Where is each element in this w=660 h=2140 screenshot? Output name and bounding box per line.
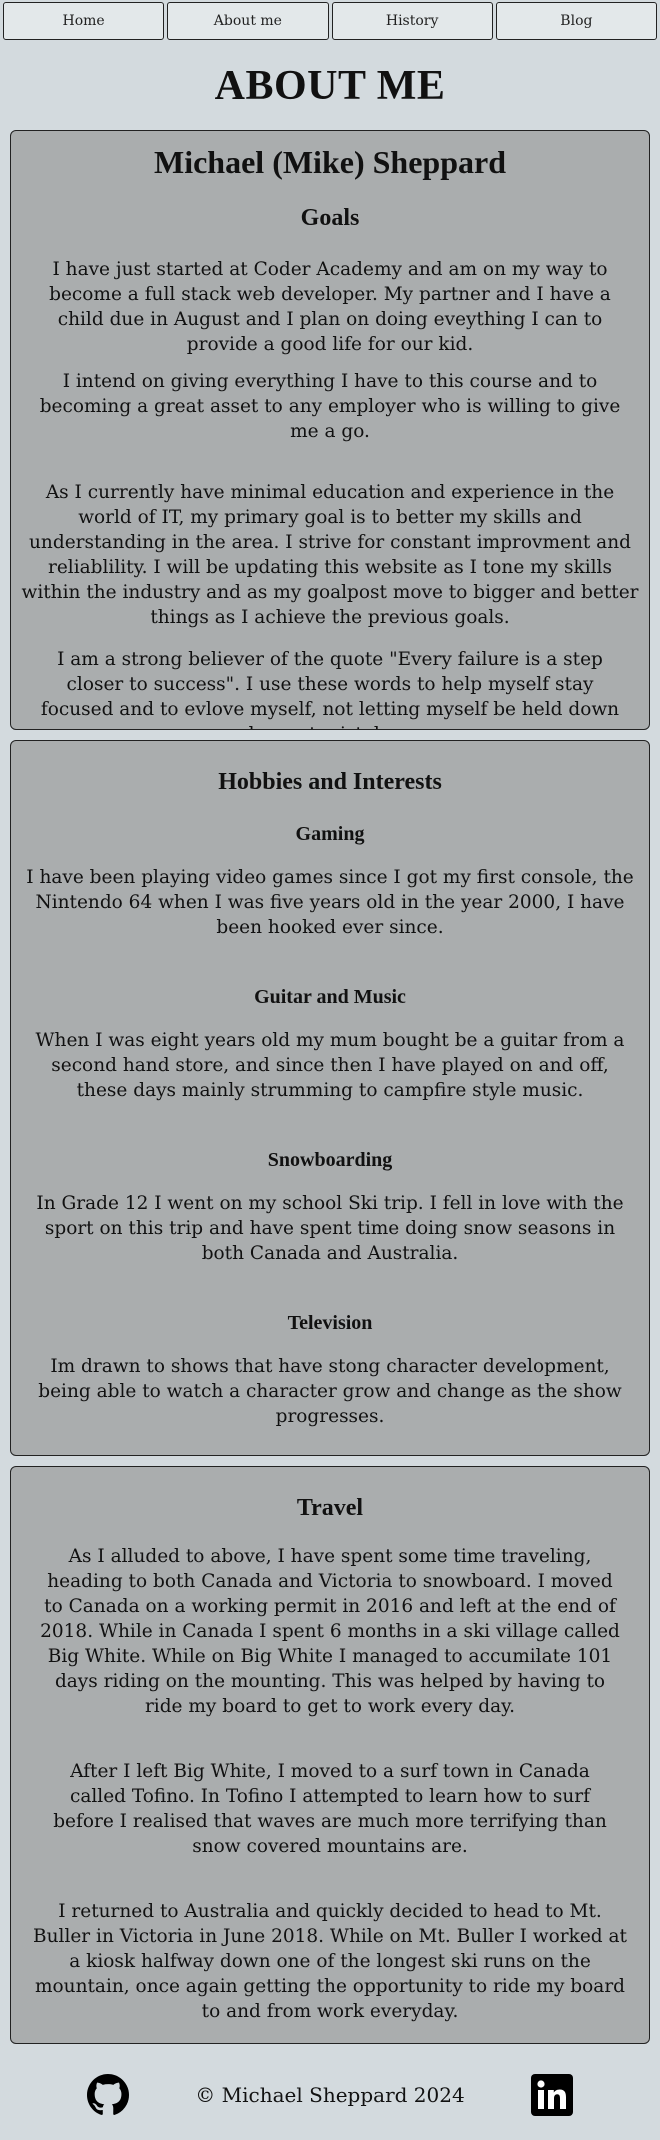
goals-paragraph: I have just started at Coder Academy and…	[49, 259, 611, 355]
hobby-item-snowboarding: Snowboarding In Grade 12 I went on my sc…	[25, 1143, 635, 1266]
goals-paragraph: I am a strong believer of the quote "Eve…	[40, 649, 620, 729]
github-icon	[87, 2074, 129, 2115]
hobby-item-television: Television Im drawn to shows that have s…	[25, 1306, 635, 1429]
hobby-text: Im drawn to shows that have stong charac…	[38, 1356, 622, 1427]
nav-home-button[interactable]: Home	[3, 2, 165, 40]
hobby-text: In Grade 12 I went on my school Ski trip…	[36, 1193, 624, 1264]
hobby-item-gaming: Gaming I have been playing video games s…	[25, 817, 635, 940]
goals-heading: Goals	[300, 205, 360, 231]
travel-heading: Travel	[296, 1495, 364, 1521]
hobbies-card: Hobbies and Interests Gaming I have been…	[10, 740, 650, 1456]
footer: © Michael Sheppard 2024	[0, 2050, 660, 2140]
github-link[interactable]	[86, 2073, 130, 2117]
travel-paragraph: After I left Big White, I moved to a sur…	[53, 1761, 607, 1857]
goals-paragraph: As I currently have minimal education an…	[21, 482, 639, 628]
travel-paragraph: As I alluded to above, I have spent some…	[40, 1546, 620, 1717]
hobby-item-guitar: Guitar and Music When I was eight years …	[25, 980, 635, 1103]
profile-name: Michael (Mike) Sheppard	[154, 144, 506, 180]
nav-about-button[interactable]: About me	[167, 2, 329, 40]
top-nav: Home About me History Blog	[0, 0, 660, 40]
goals-paragraph: I intend on giving everything I have to …	[39, 371, 621, 442]
page-title: ABOUT ME	[214, 63, 446, 109]
travel-card: Travel As I alluded to above, I have spe…	[10, 1466, 650, 2044]
hobby-title: Television	[287, 1312, 373, 1334]
goals-card: Michael (Mike) Sheppard Goals I have jus…	[10, 130, 650, 730]
hobby-title: Gaming	[295, 823, 365, 845]
nav-blog-button[interactable]: Blog	[495, 2, 657, 40]
travel-paragraph: I returned to Australia and quickly deci…	[33, 1901, 627, 2022]
hobby-title: Snowboarding	[267, 1149, 393, 1171]
hobby-title: Guitar and Music	[254, 986, 406, 1008]
linkedin-icon	[531, 2074, 573, 2116]
hobby-text: When I was eight years old my mum bought…	[35, 1030, 625, 1101]
linkedin-link[interactable]	[530, 2073, 574, 2117]
nav-history-button[interactable]: History	[331, 2, 493, 40]
hobby-text: I have been playing video games since I …	[26, 867, 634, 938]
copyright-text: © Michael Sheppard 2024	[195, 2083, 465, 2107]
hobbies-heading: Hobbies and Interests	[218, 769, 442, 795]
